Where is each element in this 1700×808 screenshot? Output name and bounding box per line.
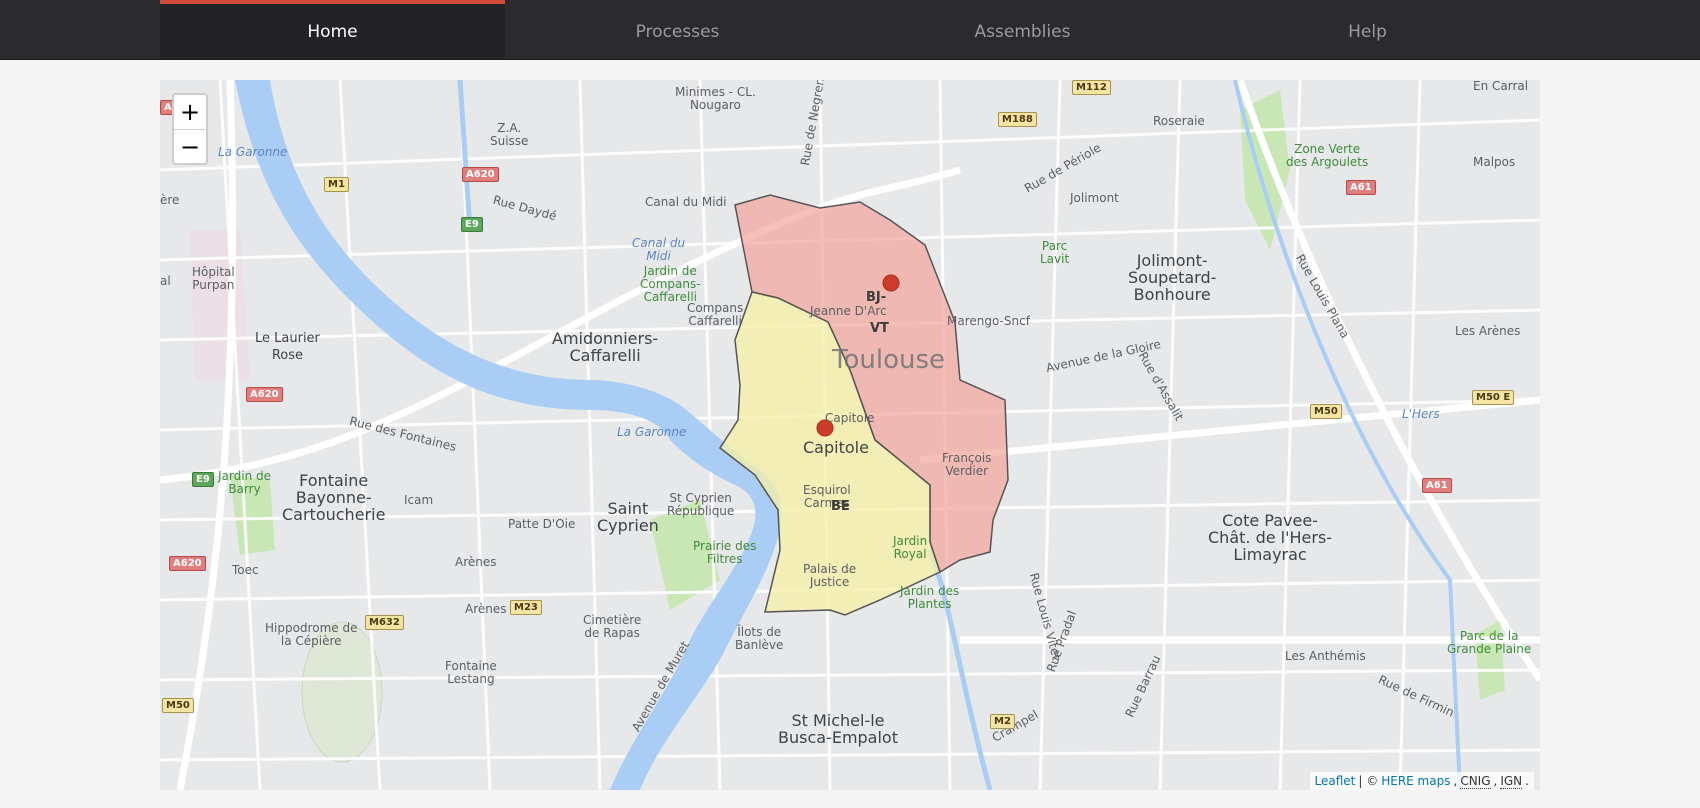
- label-ilots: Îlots de Banlève: [735, 625, 784, 652]
- label-jolimont-soupetard: Jolimont- Soupetard- Bonhoure: [1128, 251, 1217, 304]
- label-roseraie: Roseraie: [1153, 114, 1205, 128]
- attribution-comma: ,: [1453, 774, 1458, 788]
- zoom-control: + −: [172, 93, 208, 165]
- label-toulouse: Toulouse: [832, 345, 946, 375]
- attribution-dot: .: [1525, 774, 1529, 788]
- label-jardin-compans: Jardin de Compans- Caffarelli: [640, 264, 701, 304]
- label-ere: ère: [160, 193, 180, 207]
- map-base-layer: [160, 80, 1540, 790]
- label-saint-cyprien: Saint Cyprien: [597, 499, 659, 535]
- label-canal-du-midi: Canal du Midi: [645, 195, 727, 209]
- shield-m188: M188: [998, 112, 1037, 127]
- label-palais: Palais de Justice: [803, 562, 857, 589]
- label-arenes-1: Arènes: [455, 555, 497, 569]
- label-jardin-plantes: Jardin des Plantes: [900, 584, 960, 611]
- zone-label-bj: BJ-: [866, 290, 887, 305]
- label-fontaine-lestang: Fontaine Lestang: [445, 659, 497, 686]
- tab-home[interactable]: Home: [160, 0, 505, 59]
- zone-label-be: BE: [831, 499, 850, 514]
- shield-a620-2: A620: [246, 387, 283, 402]
- zoom-in-button[interactable]: +: [174, 95, 206, 129]
- label-canal-water: Canal du Midi: [632, 236, 686, 263]
- label-minimes: Minimes - CL. Nougaro: [675, 85, 756, 112]
- top-navbar: Home Processes Assemblies Help: [0, 0, 1700, 60]
- shield-a61-1: A61: [1346, 180, 1376, 195]
- label-capitole: Capitole: [803, 438, 869, 457]
- ign-abbr: IGN: [1500, 773, 1523, 789]
- label-za-suisse: Z.A. Suisse: [490, 121, 529, 148]
- shield-m1: M1: [324, 177, 349, 192]
- tab-processes[interactable]: Processes: [505, 0, 850, 59]
- label-icam: Icam: [404, 493, 434, 507]
- label-cimetiere: Cimetière de Rapas: [583, 613, 642, 640]
- tab-home-label: Home: [307, 21, 358, 42]
- label-jeanne: Jeanne D'Arc: [810, 304, 887, 318]
- leaflet-link[interactable]: Leaflet: [1315, 774, 1356, 788]
- label-capitole-metro: Capitole: [825, 411, 875, 425]
- zone-label-vt: VT: [870, 321, 889, 336]
- label-en-carral: En Carral: [1473, 80, 1529, 93]
- map-attribution: Leaflet | © HERE maps, CNIG, IGN.: [1309, 772, 1534, 790]
- tab-processes-label: Processes: [635, 21, 720, 42]
- shield-a61-2: A61: [1422, 478, 1452, 493]
- label-toec: Toec: [232, 563, 259, 577]
- tab-help-label: Help: [1348, 21, 1387, 42]
- label-laurier: Le Laurier Rose: [255, 331, 320, 363]
- label-amidonniers: Amidonniers- Caffarelli: [552, 329, 659, 365]
- label-les-arenes-east: Les Arènes: [1455, 324, 1521, 338]
- label-garonne-top: La Garonne: [218, 145, 288, 159]
- shield-m50e: M50 E: [1472, 390, 1515, 405]
- attribution-comma: ,: [1493, 774, 1498, 788]
- label-jardin-barry: Jardin de Barry: [218, 469, 271, 496]
- label-jolimont: Jolimont: [1070, 191, 1119, 205]
- hospital-area: [190, 230, 250, 380]
- label-parc-lavit: Parc Lavit: [1040, 239, 1070, 266]
- label-malpos: Malpos: [1473, 155, 1516, 169]
- shield-m2: M2: [990, 714, 1015, 729]
- shield-m50-west: M50: [162, 698, 194, 713]
- label-arenes-2: Arènes: [465, 602, 507, 616]
- shield-m632: M632: [365, 615, 404, 630]
- zoom-out-button[interactable]: −: [174, 129, 206, 164]
- tab-assemblies[interactable]: Assemblies: [850, 0, 1195, 59]
- label-lhers: L'Hers: [1402, 407, 1440, 421]
- label-parc-grande-plaine: Parc de la Grande Plaine: [1447, 629, 1532, 656]
- label-garonne-mid: La Garonne: [617, 425, 687, 439]
- here-maps-link[interactable]: HERE maps: [1381, 774, 1450, 788]
- label-hippodrome: Hippodrome de la Cépière: [265, 621, 358, 648]
- shield-a620-3: A620: [169, 556, 206, 571]
- map-view[interactable]: Minimes - CL. Nougaro Z.A. Suisse La Garon…: [160, 80, 1540, 790]
- label-compans: Compans Caffarelli: [687, 301, 744, 328]
- label-jardin-royal: Jardin Royal: [893, 534, 928, 561]
- tab-help[interactable]: Help: [1195, 0, 1540, 59]
- shield-e9-1: E9: [461, 217, 483, 232]
- label-les-anthemis: Les Anthémis: [1285, 649, 1366, 663]
- shield-a620-1: A620: [462, 167, 499, 182]
- shield-m50: M50: [1310, 404, 1342, 419]
- tab-assemblies-label: Assemblies: [974, 21, 1071, 42]
- label-cote-pavee: Cote Pavee- Chât. de l'Hers- Limayrac: [1208, 511, 1333, 564]
- shield-e9-2: E9: [192, 472, 214, 487]
- label-al: al: [160, 274, 171, 288]
- marker-bj-vt[interactable]: [882, 274, 900, 292]
- label-hopital: Hôpital Purpan: [192, 265, 235, 292]
- shield-m112: M112: [1072, 80, 1111, 95]
- label-francois-verdier: François Verdier: [942, 451, 992, 478]
- nav-tabs: Home Processes Assemblies Help: [160, 0, 1540, 59]
- label-fontaine-bayonne: Fontaine Bayonne- Cartoucherie: [282, 471, 386, 524]
- cnig-abbr: CNIG: [1460, 773, 1491, 789]
- label-zone-verte: Zone Verte des Argoulets: [1286, 142, 1369, 169]
- label-st-michel: St Michel-le Busca-Empalot: [778, 711, 898, 747]
- label-prairie: Prairie des Filtres: [693, 539, 757, 566]
- label-patte-oie: Patte D'Oie: [508, 517, 576, 531]
- label-st-cyprien-rep: St Cyprien République: [667, 491, 735, 518]
- shield-m23: M23: [510, 600, 542, 615]
- label-marengo: Marengo-Sncf: [947, 314, 1030, 328]
- attribution-separator: | ©: [1358, 774, 1379, 788]
